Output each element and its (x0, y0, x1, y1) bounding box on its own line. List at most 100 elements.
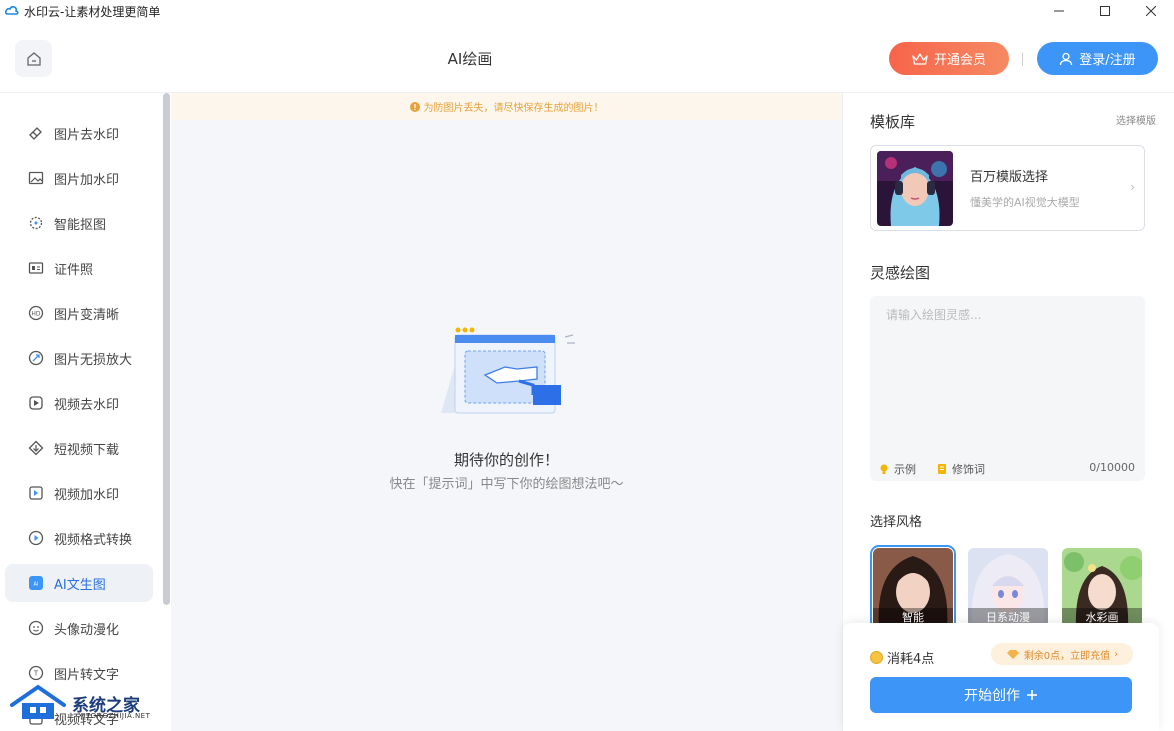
sidebar-item-label: 图片去水印 (54, 127, 120, 143)
close-button[interactable] (1128, 0, 1174, 22)
template-thumbnail (877, 151, 953, 226)
sidebar-item-ai-image[interactable]: AI AI文生图 (5, 564, 153, 602)
chevron-right-icon: › (1130, 180, 1135, 194)
site-watermark: 系统之家 XITONGZHIJIA.NET (8, 681, 158, 725)
image-text-icon: T (27, 664, 45, 682)
empty-state-subtitle: 快在「提示词」中写下你的绘图想法吧～ (389, 477, 624, 492)
sidebar-item-id-photo[interactable]: 证件照 (5, 249, 153, 287)
sidebar: 图片去水印 图片加水印 智能抠图 证件照 HD 图片变清晰 图片无损放大 视频去… (0, 93, 171, 731)
page-title: AI绘画 (447, 50, 493, 68)
maximize-icon (1100, 6, 1110, 16)
style-option-watercolor[interactable]: 水彩画 (1062, 548, 1142, 628)
video-add-icon (27, 484, 45, 502)
sidebar-item-label: 图片变清晰 (54, 307, 120, 323)
crown-icon (912, 52, 928, 65)
watermark-subtext: XITONGZHIJIA.NET (78, 712, 151, 720)
hd-icon: HD (27, 304, 45, 322)
template-library-title: 模板库 (870, 113, 916, 131)
diamond-icon (1006, 649, 1019, 659)
cutout-icon (27, 214, 45, 232)
style-option-anime[interactable]: 日系动漫 (968, 548, 1048, 628)
svg-text:HD: HD (31, 311, 41, 318)
vip-button[interactable]: 开通会员 (889, 42, 1009, 75)
template-description: 懂美学的AI视觉大模型 (970, 196, 1080, 209)
svg-text:T: T (33, 670, 39, 678)
title-bar: 水印云-让素材处理更简单 (0, 0, 1174, 22)
login-label: 登录/注册 (1079, 53, 1136, 68)
sidebar-item-label: 智能抠图 (54, 217, 107, 233)
eraser-icon (27, 124, 45, 142)
sidebar-item-smart-cutout[interactable]: 智能抠图 (5, 204, 153, 242)
create-footer: 消耗4点 剩余0点，立即充值 › 开始创作 (843, 623, 1159, 731)
house-logo-icon (10, 684, 66, 719)
sidebar-item-short-video-download[interactable]: 短视频下载 (5, 429, 153, 467)
window-title: 水印云-让素材处理更简单 (24, 4, 161, 19)
sidebar-item-label: 头像动漫化 (54, 622, 120, 638)
login-button[interactable]: 登录/注册 (1037, 42, 1158, 75)
vip-label: 开通会员 (933, 53, 986, 68)
convert-icon (27, 529, 45, 547)
prompt-box: 示例 修饰词 0/10000 (870, 296, 1145, 481)
start-label: 开始创作 (964, 688, 1020, 704)
sidebar-item-label: 图片转文字 (54, 667, 120, 683)
sidebar-item-video-format-convert[interactable]: 视频格式转换 (5, 519, 153, 557)
inspiration-title: 灵感绘图 (870, 264, 931, 282)
sidebar-item-label: 视频加水印 (54, 487, 120, 503)
sidebar-item-avatar-anime[interactable]: 头像动漫化 (5, 609, 153, 647)
select-template-link[interactable]: 选择模版 (1116, 112, 1156, 127)
sidebar-item-video-remove-watermark[interactable]: 视频去水印 (5, 384, 153, 422)
template-card[interactable]: 百万模版选择 懂美学的AI视觉大模型 › (870, 145, 1145, 231)
svg-text:AI: AI (34, 582, 39, 588)
cost-info: 消耗4点 (870, 648, 934, 667)
prompt-toolbar: 示例 修饰词 (878, 461, 985, 477)
info-icon (409, 101, 420, 112)
enlarge-icon (27, 349, 45, 367)
style-option-smart[interactable]: 智能 (870, 545, 956, 631)
cost-label: 消耗4点 (887, 652, 935, 667)
sidebar-item-label: 图片加水印 (54, 172, 120, 188)
prompt-input[interactable] (870, 296, 1145, 454)
sidebar-item-image-clarity[interactable]: HD 图片变清晰 (5, 294, 153, 332)
start-create-button[interactable]: 开始创作 (870, 677, 1132, 713)
sidebar-item-video-add-watermark[interactable]: 视频加水印 (5, 474, 153, 512)
empty-illustration (441, 327, 575, 414)
user-icon (1060, 52, 1073, 65)
modifier-button[interactable]: 修饰词 (952, 461, 985, 477)
empty-state-title: 期待你的创作！ (453, 451, 559, 469)
app-header: AI绘画 开通会员 登录/注册 (0, 22, 1174, 93)
sidebar-item-image-add-watermark[interactable]: 图片加水印 (5, 159, 153, 197)
sidebar-item-image-enlarge[interactable]: 图片无损放大 (5, 339, 153, 377)
main-canvas: 为防图片丢失，请尽快保存生成的图片！ 期待你的创作！ 快在「提示词」中写下你的绘… (171, 93, 842, 731)
plus-icon (1027, 690, 1037, 700)
sidebar-item-label: 视频格式转换 (54, 532, 133, 548)
sidebar-item-label: 图片无损放大 (54, 352, 133, 368)
sidebar-item-label: AI文生图 (54, 577, 106, 593)
example-button[interactable]: 示例 (894, 461, 916, 477)
sidebar-item-label: 短视频下载 (54, 442, 120, 458)
lightbulb-icon (880, 464, 888, 474)
sidebar-item-label: 证件照 (54, 262, 94, 278)
style-title: 选择风格 (870, 515, 923, 530)
avatar-anime-icon (27, 619, 45, 637)
sidebar-scrollbar[interactable] (163, 93, 170, 605)
recharge-badge[interactable]: 剩余0点，立即充值 › (991, 643, 1133, 665)
header-divider (1022, 53, 1023, 66)
maximize-button[interactable] (1082, 0, 1128, 22)
app-cloud-icon (5, 5, 19, 15)
minimize-button[interactable] (1036, 0, 1082, 22)
sidebar-item-image-remove-watermark[interactable]: 图片去水印 (5, 114, 153, 152)
download-icon (27, 439, 45, 457)
template-name: 百万模版选择 (970, 170, 1049, 185)
settings-panel: 模板库 选择模版 百万模版选择 懂美学的AI视觉大模型 › 灵感绘图 请输入绘图… (842, 93, 1174, 731)
video-eraser-icon (27, 394, 45, 412)
chevron-right-icon: › (1114, 648, 1119, 660)
id-card-icon (27, 259, 45, 277)
ai-image-icon: AI (27, 574, 45, 592)
char-count: 0/10000 (1089, 461, 1135, 474)
minimize-icon (1054, 10, 1064, 12)
notebook-icon (938, 464, 946, 474)
save-notice: 为防图片丢失，请尽快保存生成的图片！ (171, 93, 842, 120)
image-add-icon (27, 169, 45, 187)
sidebar-item-label: 视频去水印 (54, 397, 120, 413)
balance-label: 剩余0点，立即充值 (1023, 650, 1111, 662)
